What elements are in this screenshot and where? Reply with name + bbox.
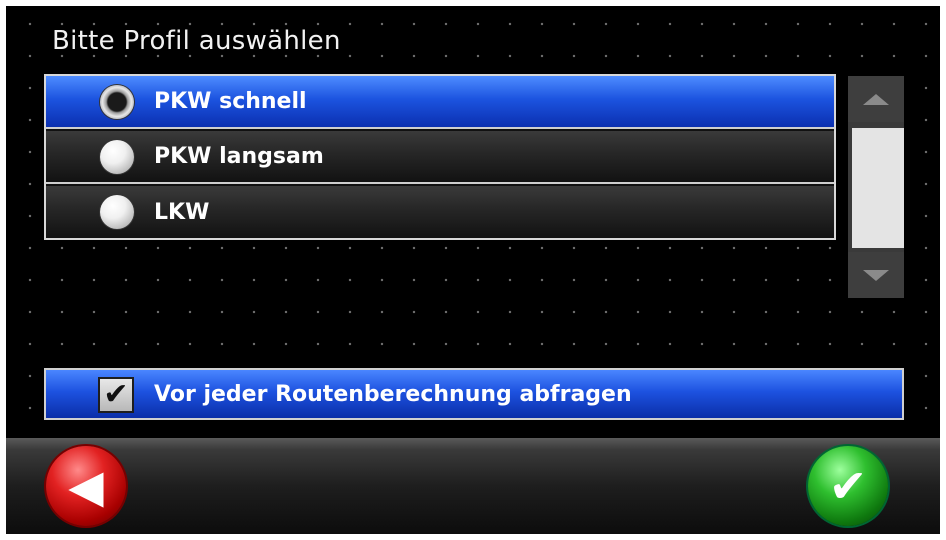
list-item-label: PKW langsam xyxy=(154,144,324,169)
radio-selected-icon[interactable] xyxy=(100,84,134,119)
radio-unselected-icon[interactable] xyxy=(100,195,134,229)
profile-list: PKW schnell PKW langsam LKW xyxy=(44,74,836,240)
radio-unselected-icon[interactable] xyxy=(100,139,134,174)
scrollbar[interactable] xyxy=(848,76,904,298)
page-title: Bitte Profil auswählen xyxy=(52,26,341,56)
list-item-pkw-langsam[interactable]: PKW langsam xyxy=(46,131,834,184)
list-item-pkw-schnell[interactable]: PKW schnell xyxy=(46,76,834,129)
scroll-thumb[interactable] xyxy=(852,128,904,248)
list-item-label: PKW schnell xyxy=(154,89,307,114)
scroll-down-button[interactable] xyxy=(848,252,904,298)
checkmark-icon: ✔ xyxy=(828,459,868,513)
ask-before-routing-option[interactable]: ✔ Vor jeder Routenberechnung abfragen xyxy=(44,368,904,420)
triangle-down-icon xyxy=(863,269,889,281)
back-button[interactable]: ◀ xyxy=(46,446,126,526)
checkmark-icon: ✔ xyxy=(103,377,129,412)
bottom-bar: ◀ ✔ xyxy=(6,438,940,534)
back-arrow-icon: ◀ xyxy=(68,459,104,513)
screen: Bitte Profil auswählen PKW schnell PKW l… xyxy=(6,6,940,534)
checkbox-label: Vor jeder Routenberechnung abfragen xyxy=(154,381,632,407)
checkbox[interactable]: ✔ xyxy=(98,377,134,413)
confirm-button[interactable]: ✔ xyxy=(808,446,888,526)
list-item-lkw[interactable]: LKW xyxy=(46,186,834,238)
triangle-up-icon xyxy=(863,93,889,105)
list-item-label: LKW xyxy=(154,199,210,225)
scroll-up-button[interactable] xyxy=(848,76,904,122)
